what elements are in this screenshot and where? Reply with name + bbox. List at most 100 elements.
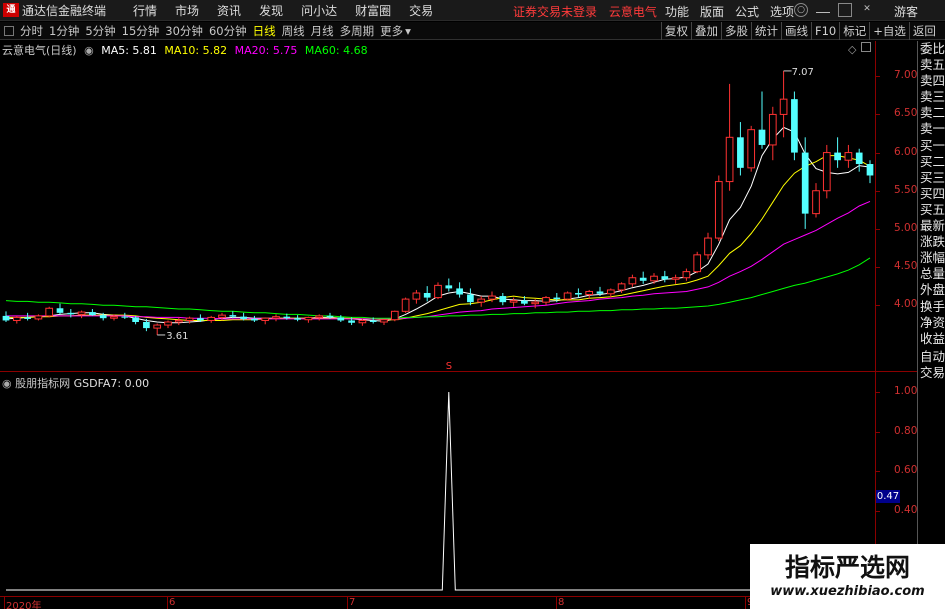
candle[interactable] <box>704 232 712 260</box>
candle[interactable] <box>834 137 841 168</box>
period-5min[interactable]: 5分钟 <box>85 23 115 39</box>
candle[interactable] <box>45 306 54 318</box>
guest-user[interactable]: 游客 <box>894 3 918 20</box>
quote-panel-item-8[interactable]: 买三 <box>918 170 945 186</box>
candle[interactable] <box>89 309 96 316</box>
menu-options[interactable]: 选项 <box>770 3 794 20</box>
menu-function[interactable]: 功能 <box>665 3 689 20</box>
indicator-chart[interactable] <box>0 372 875 596</box>
candle[interactable] <box>153 323 162 335</box>
candle[interactable] <box>650 273 658 284</box>
period-60min[interactable]: 60分钟 <box>209 23 247 39</box>
candle[interactable] <box>866 160 874 184</box>
candle[interactable] <box>304 316 313 323</box>
menu-toggle-icon[interactable] <box>4 25 14 36</box>
menu-quotes[interactable]: 行情 <box>133 2 157 19</box>
period-30min[interactable]: 30分钟 <box>165 23 203 39</box>
quote-panel-item-1[interactable]: 卖五 <box>918 57 945 73</box>
candle[interactable] <box>34 314 43 321</box>
candle[interactable] <box>671 274 680 284</box>
tool-multistock[interactable]: 多股 <box>721 22 751 40</box>
candle[interactable] <box>661 270 669 283</box>
quote-panel-item-17[interactable]: 净资 <box>918 315 945 331</box>
close-icon[interactable]: ✕ <box>860 3 874 17</box>
candle[interactable] <box>24 312 31 321</box>
candle[interactable] <box>380 318 388 326</box>
candle[interactable] <box>445 278 453 292</box>
candle[interactable] <box>855 148 863 172</box>
tool-add-watchlist[interactable]: +自选 <box>869 22 909 40</box>
menu-formula[interactable]: 公式 <box>735 3 759 20</box>
quote-panel-item-3[interactable]: 卖三 <box>918 89 945 105</box>
menu-wealth[interactable]: 财富圈 <box>355 2 391 19</box>
restore-icon[interactable] <box>838 3 852 17</box>
candle[interactable] <box>844 144 853 168</box>
quote-panel-item-14[interactable]: 总量 <box>918 266 945 282</box>
candle[interactable] <box>801 137 809 229</box>
candle[interactable] <box>737 122 744 176</box>
quote-panel-item-11[interactable]: 最新 <box>918 218 945 234</box>
minimize-icon[interactable] <box>816 3 830 13</box>
quote-panel-item-18[interactable]: 收益 <box>918 331 945 347</box>
diamond-icon[interactable]: ◇ <box>848 43 856 56</box>
candle[interactable] <box>412 289 421 304</box>
tool-draw[interactable]: 画线 <box>781 22 811 40</box>
candle[interactable] <box>251 315 258 322</box>
kline-pane[interactable]: 7.07 3.61 S 云意电气(日线) ◉ MA5: 5.81 MA10: 5.8… <box>0 41 875 372</box>
candle[interactable] <box>456 282 463 298</box>
candle[interactable] <box>423 286 431 302</box>
candle[interactable] <box>401 297 410 313</box>
candle[interactable] <box>575 288 582 298</box>
candle[interactable] <box>639 271 647 284</box>
quote-panel-item-2[interactable]: 卖四 <box>918 73 945 89</box>
candle[interactable] <box>682 268 691 281</box>
candle[interactable] <box>791 91 798 161</box>
quote-panel-item-9[interactable]: 买四 <box>918 186 945 202</box>
candle[interactable] <box>499 293 507 306</box>
tool-f10[interactable]: F10 <box>811 22 839 40</box>
candle[interactable] <box>174 317 183 326</box>
candle[interactable] <box>779 70 788 138</box>
candle[interactable] <box>358 318 367 326</box>
tool-overlay[interactable]: 叠加 <box>691 22 721 40</box>
quote-panel-item-12[interactable]: 涨跌 <box>918 234 945 250</box>
candle[interactable] <box>294 315 301 322</box>
candle[interactable] <box>822 144 831 199</box>
candle[interactable] <box>477 296 486 307</box>
eye-icon[interactable]: ◉ <box>2 377 12 390</box>
period-1min[interactable]: 1分钟 <box>49 23 79 39</box>
expand-icon[interactable] <box>861 42 871 52</box>
period-intraday[interactable]: 分时 <box>20 23 43 39</box>
kline-chart[interactable]: 7.07 3.61 S <box>0 41 875 372</box>
quote-panel-item-7[interactable]: 买二 <box>918 154 945 170</box>
tool-adjust[interactable]: 复权 <box>661 22 691 40</box>
quote-panel-item-4[interactable]: 卖二 <box>918 105 945 121</box>
menu-trade[interactable]: 交易 <box>409 2 433 19</box>
quote-panel-item-5[interactable]: 卖一 <box>918 121 945 137</box>
candle[interactable] <box>434 282 442 300</box>
period-15min[interactable]: 15分钟 <box>122 23 160 39</box>
candle[interactable] <box>509 297 518 307</box>
tool-stats[interactable]: 统计 <box>751 22 781 40</box>
quote-panel-item-15[interactable]: 外盘 <box>918 282 945 298</box>
tool-mark[interactable]: 标记 <box>839 22 869 40</box>
quote-panel-item-10[interactable]: 买五 <box>918 202 945 218</box>
candle[interactable] <box>693 251 702 274</box>
candle[interactable] <box>768 106 777 161</box>
quote-panel-item-20[interactable]: 交易 <box>918 365 945 381</box>
candle[interactable] <box>390 310 399 322</box>
indicator-pane[interactable]: ◉ 股朋指标网 GSDFA7: 0.00 <box>0 372 875 596</box>
period-monthly[interactable]: 月线 <box>311 23 334 39</box>
candle[interactable] <box>77 310 86 319</box>
menu-news[interactable]: 资讯 <box>217 2 241 19</box>
menu-market[interactable]: 市场 <box>175 2 199 19</box>
candle[interactable] <box>56 303 64 315</box>
candle[interactable] <box>207 315 216 323</box>
candle[interactable] <box>272 314 280 322</box>
candle[interactable] <box>725 83 734 191</box>
search-icon[interactable]: ○ <box>794 3 808 17</box>
period-weekly[interactable]: 周线 <box>282 23 305 39</box>
candle[interactable] <box>812 183 820 218</box>
period-daily[interactable]: 日线 <box>253 23 276 39</box>
menu-layout[interactable]: 版面 <box>700 3 724 20</box>
